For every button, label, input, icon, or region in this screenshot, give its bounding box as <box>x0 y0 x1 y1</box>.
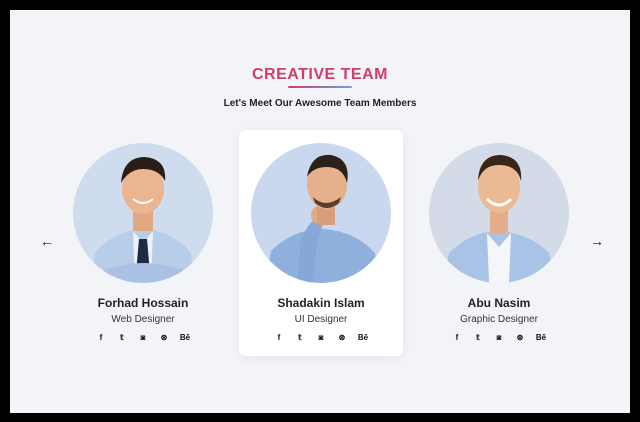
arrow-left-icon[interactable]: ← <box>40 234 54 248</box>
instagram-icon[interactable]: ◙ <box>315 333 327 343</box>
social-links: f 𝕥 ◙ ⊛ Bē <box>239 333 403 343</box>
member-name: Forhad Hossain <box>97 296 189 310</box>
social-links: f 𝕥 ◙ ⊛ Bē <box>61 333 225 343</box>
twitter-icon[interactable]: 𝕥 <box>294 333 306 343</box>
avatar <box>251 143 391 283</box>
instagram-icon[interactable]: ◙ <box>493 333 505 343</box>
section-title: CREATIVE TEAM <box>252 66 388 83</box>
avatar <box>429 143 569 283</box>
team-section: CREATIVE TEAM Let's Meet Our Awesome Tea… <box>10 10 630 413</box>
behance-icon[interactable]: Bē <box>179 333 191 343</box>
facebook-icon[interactable]: f <box>95 333 107 343</box>
member-role: Graphic Designer <box>460 314 538 325</box>
team-card[interactable]: Abu Nasim Graphic Designer f 𝕥 ◙ ⊛ Bē <box>417 130 581 356</box>
team-card[interactable]: Forhad Hossain Web Designer f 𝕥 ◙ ⊛ Bē <box>61 130 225 356</box>
instagram-icon[interactable]: ◙ <box>137 333 149 343</box>
member-name: Shadakin Islam <box>277 296 365 310</box>
behance-icon[interactable]: Bē <box>535 333 547 343</box>
avatar <box>73 143 213 283</box>
social-links: f 𝕥 ◙ ⊛ Bē <box>417 333 581 343</box>
twitter-icon[interactable]: 𝕥 <box>116 333 128 343</box>
member-name: Abu Nasim <box>467 296 531 310</box>
member-role: Web Designer <box>111 314 175 325</box>
dribbble-icon[interactable]: ⊛ <box>514 333 526 343</box>
behance-icon[interactable]: Bē <box>357 333 369 343</box>
title-underline <box>288 86 352 88</box>
facebook-icon[interactable]: f <box>451 333 463 343</box>
dribbble-icon[interactable]: ⊛ <box>336 333 348 343</box>
dribbble-icon[interactable]: ⊛ <box>158 333 170 343</box>
facebook-icon[interactable]: f <box>273 333 285 343</box>
section-subtitle: Let's Meet Our Awesome Team Members <box>223 98 417 109</box>
arrow-right-icon[interactable]: → <box>590 234 604 248</box>
member-role: UI Designer <box>294 314 348 325</box>
twitter-icon[interactable]: 𝕥 <box>472 333 484 343</box>
team-card-active[interactable]: Shadakin Islam UI Designer f 𝕥 ◙ ⊛ Bē <box>239 130 403 356</box>
